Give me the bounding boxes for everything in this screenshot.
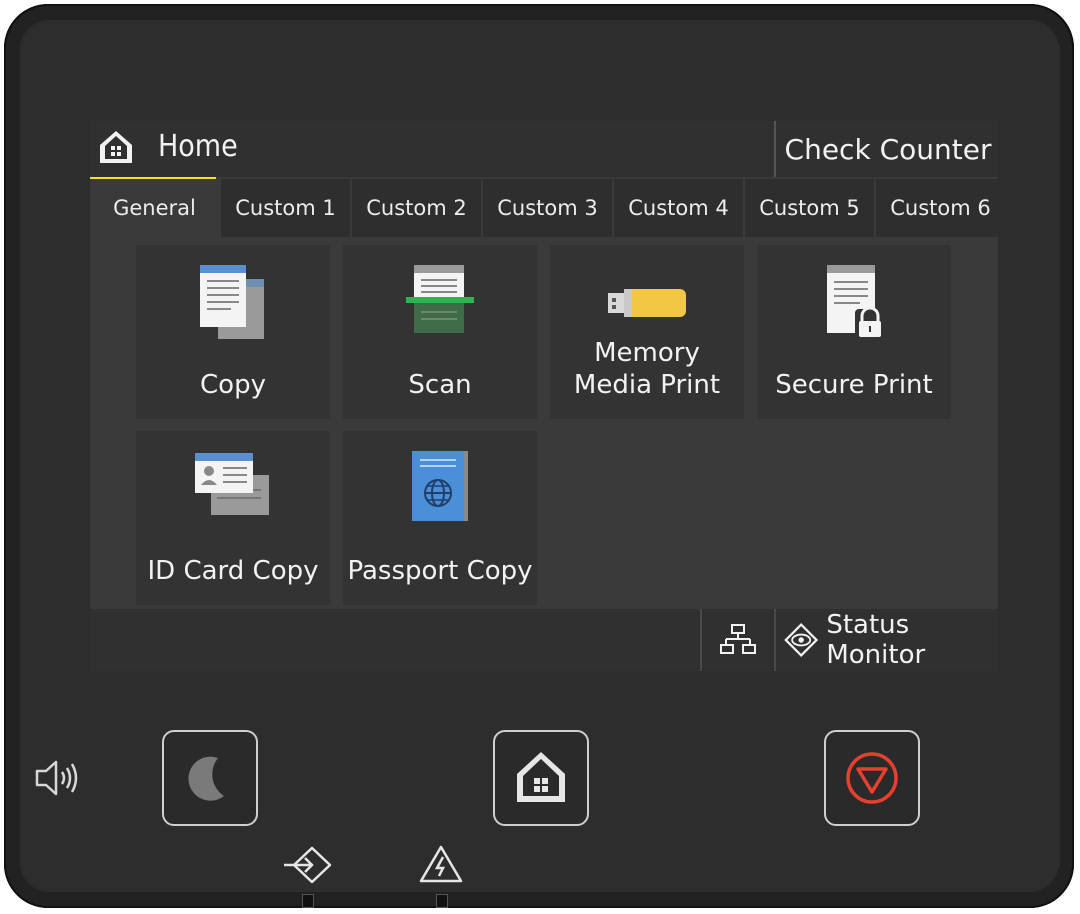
network-button[interactable] bbox=[700, 609, 776, 671]
id-card-copy-button[interactable]: ID Card Copy bbox=[136, 431, 330, 605]
tab-custom-2[interactable]: Custom 2 bbox=[352, 179, 481, 237]
page-title: Home bbox=[158, 129, 238, 164]
passport-icon bbox=[412, 451, 468, 521]
tab-custom-3[interactable]: Custom 3 bbox=[483, 179, 612, 237]
tab-custom-6[interactable]: Custom 6 bbox=[876, 179, 998, 237]
stop-icon bbox=[846, 752, 898, 804]
copy-label: Copy bbox=[200, 370, 266, 400]
network-icon bbox=[720, 624, 756, 654]
tab-bar: General Custom 1 Custom 2 Custom 3 Custo… bbox=[90, 179, 998, 237]
tab-custom-5[interactable]: Custom 5 bbox=[745, 179, 874, 237]
header-bar: Home Check Counter bbox=[90, 121, 998, 182]
home-icon bbox=[517, 752, 565, 802]
tab-custom-1[interactable]: Custom 1 bbox=[221, 179, 350, 237]
copy-icon bbox=[200, 265, 264, 339]
secure-print-label: Secure Print bbox=[775, 370, 933, 400]
secure-print-icon bbox=[827, 265, 885, 339]
memory-media-print-button[interactable]: Memory Media Print bbox=[550, 245, 744, 419]
status-monitor-button[interactable]: Status Monitor bbox=[774, 609, 998, 671]
passport-copy-label: Passport Copy bbox=[347, 556, 533, 586]
scan-label: Scan bbox=[408, 370, 472, 400]
data-indicator-icon bbox=[284, 846, 332, 884]
energy-saver-button[interactable] bbox=[162, 730, 258, 826]
secure-print-button[interactable]: Secure Print bbox=[757, 245, 951, 419]
home-icon bbox=[100, 131, 132, 163]
tab-general[interactable]: General bbox=[90, 179, 219, 237]
printer-control-panel: Home Check Counter General Custom 1 Cust… bbox=[4, 4, 1074, 908]
tab-custom-4[interactable]: Custom 4 bbox=[614, 179, 743, 237]
usb-memory-icon bbox=[608, 289, 686, 317]
error-indicator-light bbox=[436, 894, 448, 908]
id-card-copy-label: ID Card Copy bbox=[147, 556, 319, 586]
data-indicator-light bbox=[302, 894, 314, 908]
error-indicator-icon bbox=[419, 845, 463, 883]
app-grid: Copy Scan Memory Media Print Secure Prin… bbox=[136, 245, 956, 605]
status-monitor-icon bbox=[784, 623, 819, 657]
status-monitor-label: Status Monitor bbox=[826, 610, 926, 670]
id-card-icon bbox=[195, 453, 269, 515]
touch-screen: Home Check Counter General Custom 1 Cust… bbox=[90, 121, 998, 671]
scan-icon bbox=[406, 265, 474, 333]
check-counter-button[interactable]: Check Counter bbox=[774, 121, 998, 177]
footer-bar: Status Monitor bbox=[90, 609, 998, 671]
memory-media-print-label: Memory Media Print bbox=[573, 338, 721, 400]
volume-icon bbox=[35, 760, 78, 796]
stop-button[interactable] bbox=[824, 730, 920, 826]
copy-button[interactable]: Copy bbox=[136, 245, 330, 419]
home-hardware-button[interactable] bbox=[493, 730, 589, 826]
passport-copy-button[interactable]: Passport Copy bbox=[343, 431, 537, 605]
moon-icon bbox=[188, 756, 224, 801]
scan-button[interactable]: Scan bbox=[343, 245, 537, 419]
